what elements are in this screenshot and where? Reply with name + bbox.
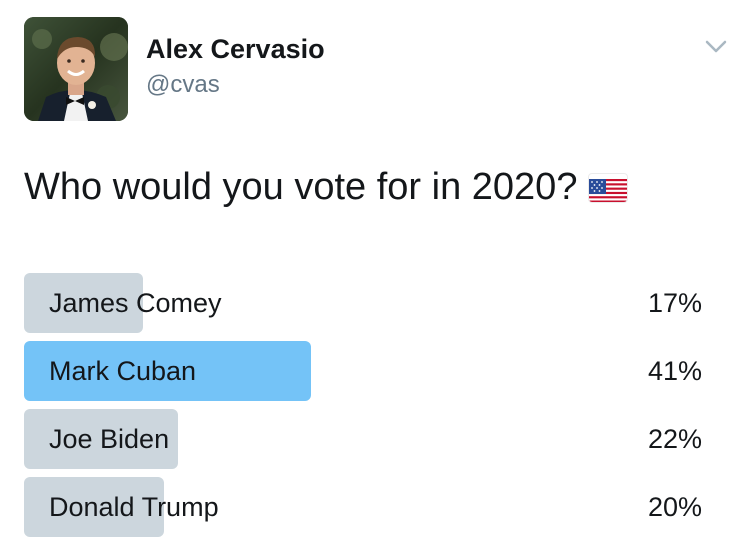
tweet-text: Who would you vote for in 2020?	[24, 166, 628, 209]
poll: James Comey 17% Mark Cuban 41% Joe Biden…	[24, 273, 710, 545]
profile-photo-icon	[24, 17, 128, 121]
author-name[interactable]: Alex Cervasio	[146, 34, 325, 65]
poll-option-label: Mark Cuban	[49, 356, 197, 386]
chevron-down-icon[interactable]	[704, 39, 728, 55]
poll-option-percent: 17%	[647, 288, 702, 318]
us-flag-icon	[589, 174, 628, 202]
poll-option-mark-cuban[interactable]: Mark Cuban 41%	[24, 341, 710, 401]
poll-option-label: Joe Biden	[49, 424, 170, 454]
tweet-text-content: Who would you vote for in 2020?	[24, 166, 578, 208]
poll-option-label: Donald Trump	[49, 492, 219, 522]
author-handle[interactable]: @cvas	[146, 71, 220, 99]
poll-option-percent: 41%	[647, 356, 702, 386]
poll-option-percent: 22%	[647, 424, 702, 454]
poll-option-label: James Comey	[49, 288, 222, 318]
poll-option-donald-trump[interactable]: Donald Trump 20%	[24, 477, 710, 537]
poll-option-joe-biden[interactable]: Joe Biden 22%	[24, 409, 710, 469]
poll-option-james-comey[interactable]: James Comey 17%	[24, 273, 710, 333]
poll-option-percent: 20%	[647, 492, 702, 522]
tweet-header: Alex Cervasio @cvas	[24, 17, 734, 121]
avatar[interactable]	[24, 17, 128, 121]
